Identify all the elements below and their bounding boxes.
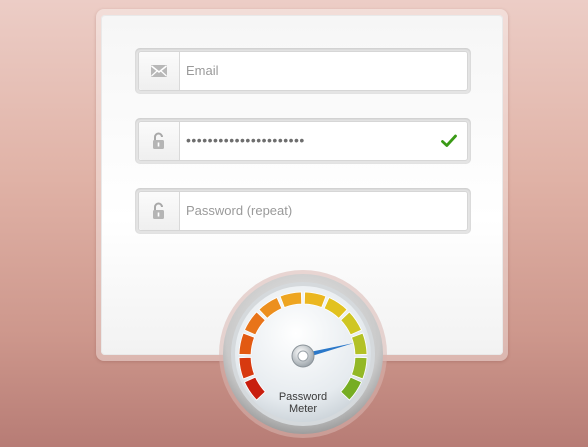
gauge-hub-center [297,350,309,362]
password-meter: Password Meter [219,270,387,438]
meter-label-line2: Meter [288,403,318,415]
meter-label-line1: Password [278,391,328,403]
password-repeat-placeholder: Password (repeat) [186,203,293,218]
email-placeholder: Email [186,63,219,78]
password-repeat-field[interactable]: Password (repeat) [135,188,471,234]
email-field[interactable]: Email [135,48,471,94]
password-icon-box [139,122,180,160]
checkmark-icon [441,133,457,152]
unlock-icon [151,202,167,220]
email-icon-box [139,52,180,90]
unlock-icon [151,132,167,150]
password-field[interactable]: •••••••••••••••••••••• [135,118,471,164]
envelope-icon [150,64,168,78]
email-field-inner[interactable]: Email [138,51,468,91]
password-repeat-icon-box [139,192,180,230]
password-value: •••••••••••••••••••••• [186,132,305,148]
password-field-inner[interactable]: •••••••••••••••••••••• [138,121,468,161]
password-repeat-field-inner[interactable]: Password (repeat) [138,191,468,231]
